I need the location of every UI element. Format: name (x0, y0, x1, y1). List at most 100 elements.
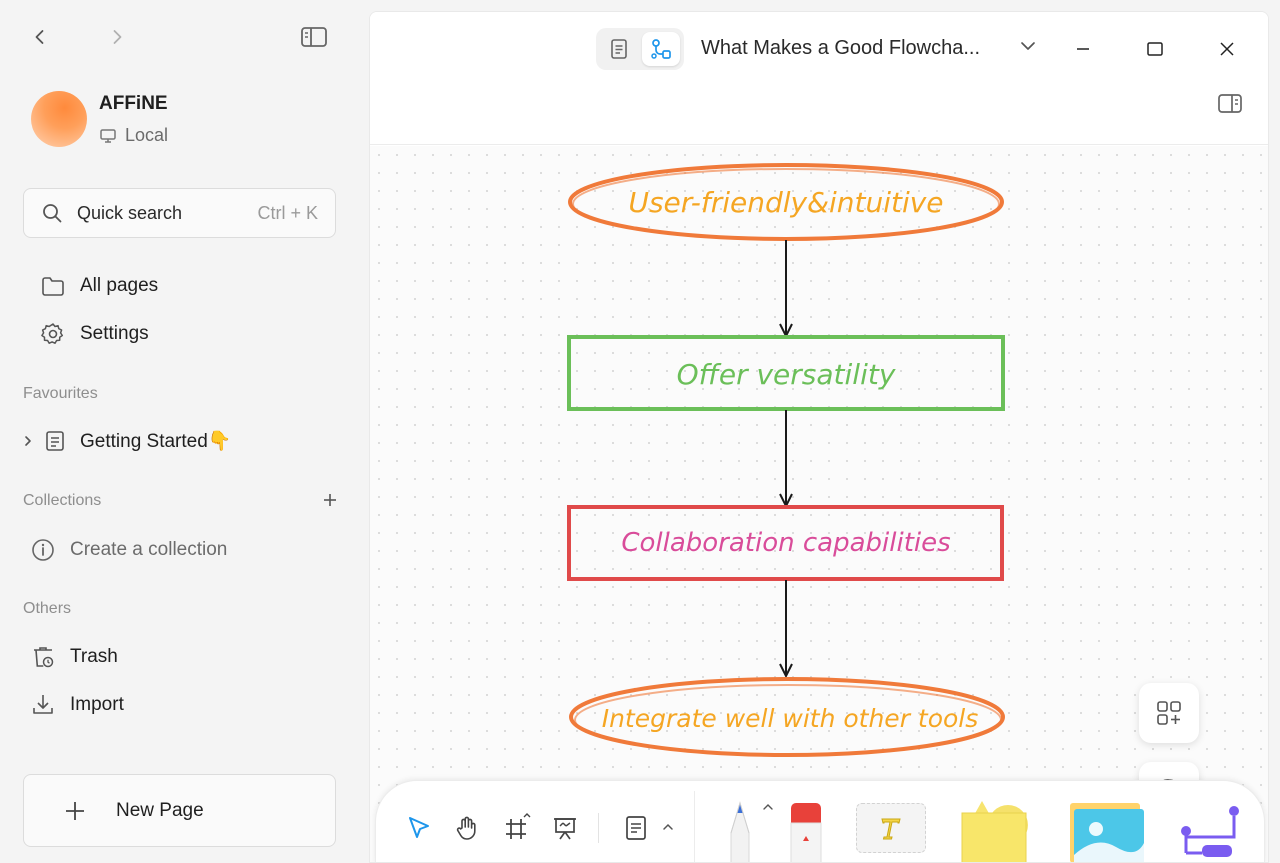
favourite-item-label: Getting Started👇 (80, 429, 231, 453)
chevron-left-icon (35, 30, 44, 44)
flow-node-integrate[interactable]: Integrate well with other tools (569, 677, 1005, 757)
hand-icon (456, 816, 476, 840)
shape-tool[interactable] (956, 795, 1036, 862)
back-button[interactable] (28, 25, 52, 49)
select-tool[interactable] (402, 811, 436, 845)
note-icon (626, 816, 646, 840)
others-title: Others (23, 600, 72, 617)
gear-icon (41, 323, 64, 344)
computer-icon (100, 128, 116, 143)
pen-tool[interactable] (722, 793, 758, 862)
close-icon (1220, 42, 1234, 56)
plus-icon (66, 801, 84, 820)
sidebar-toggle-button[interactable] (298, 23, 330, 51)
download-icon (33, 695, 53, 714)
nav-settings-label: Settings (80, 323, 149, 344)
workspace-avatar[interactable] (31, 91, 87, 147)
mode-switch (596, 28, 684, 70)
quick-search-label: Quick search (77, 202, 183, 223)
flow-node-label: Integrate well with other tools (602, 704, 979, 733)
search-icon (43, 204, 62, 223)
nav-import-label: Import (70, 694, 124, 715)
title-menu-button[interactable] (1018, 36, 1038, 61)
chevron-up-icon (763, 804, 773, 810)
info-icon (32, 539, 54, 561)
maximize-button[interactable] (1140, 34, 1170, 64)
presentation-tool[interactable] (548, 811, 582, 845)
presentation-icon (554, 818, 576, 840)
workspace-type: Local (99, 125, 168, 146)
nav-all-pages[interactable]: All pages (40, 274, 158, 298)
flow-connector[interactable] (779, 580, 793, 679)
forward-button[interactable] (105, 25, 129, 49)
eraser-icon (790, 803, 822, 862)
favourite-item-getting-started[interactable]: Getting Started👇 (22, 429, 231, 453)
edgeless-icon (651, 39, 671, 59)
flow-node-label: User-friendly&intuitive (628, 186, 943, 219)
maximize-icon (1147, 42, 1163, 56)
plus-icon (324, 494, 336, 506)
workspace-type-label: Local (125, 125, 169, 145)
minimize-button[interactable] (1068, 34, 1098, 64)
flow-node-versatility[interactable]: Offer versatility (567, 335, 1005, 411)
edgeless-canvas[interactable]: User-friendly&intuitive Offer versatilit… (370, 146, 1268, 862)
grid-add-icon (1157, 701, 1181, 725)
add-grid-button[interactable] (1139, 683, 1199, 743)
edgeless-toolbar (375, 780, 1265, 862)
edgeless-mode-button[interactable] (642, 32, 680, 66)
add-collection-button[interactable] (320, 490, 340, 512)
toolbar-divider (694, 791, 695, 862)
toolbar-divider (598, 813, 599, 843)
hand-tool[interactable] (450, 811, 484, 845)
nav-settings[interactable]: Settings (40, 321, 149, 347)
document-title[interactable]: What Makes a Good Flowcha... (701, 37, 980, 60)
right-sidebar-toggle-button[interactable] (1217, 92, 1243, 121)
flow-node-label: Collaboration capabilities (621, 528, 950, 558)
new-page-button[interactable]: New Page (23, 774, 336, 847)
frame-tool[interactable] (500, 809, 534, 845)
pen-icon (730, 801, 750, 862)
flow-node-user-friendly[interactable]: User-friendly&intuitive (568, 163, 1004, 241)
sidebar-toggle-icon (301, 27, 327, 47)
flow-connector[interactable] (779, 410, 793, 509)
trash-icon (34, 647, 54, 668)
shapes-icon (961, 801, 1028, 862)
connector-tool[interactable] (1176, 801, 1246, 862)
text-tool[interactable] (856, 803, 926, 853)
sidebar: AFFiNE Local Quick search Ctrl + K All p… (0, 0, 368, 863)
app-window: AFFiNE Local Quick search Ctrl + K All p… (0, 0, 1280, 863)
flow-node-collaboration[interactable]: Collaboration capabilities (567, 505, 1004, 581)
connector-icon (1181, 806, 1239, 857)
nav-trash[interactable]: Trash (30, 644, 118, 670)
pen-tool-menu[interactable] (760, 799, 776, 815)
page-mode-button[interactable] (600, 32, 638, 66)
flow-connector[interactable] (779, 240, 793, 339)
pointer-icon (409, 817, 429, 838)
text-icon (881, 818, 901, 840)
nav-trash-label: Trash (70, 646, 118, 667)
editor-header: What Makes a Good Flowcha... (370, 12, 1268, 145)
page-icon (611, 39, 627, 59)
workspace-name[interactable]: AFFiNE (99, 93, 168, 115)
image-icon (1070, 803, 1144, 862)
favourites-title: Favourites (23, 385, 98, 402)
create-collection[interactable]: Create a collection (30, 537, 227, 563)
chevron-down-icon (1021, 42, 1035, 50)
chevron-right-icon[interactable] (22, 434, 34, 448)
chevron-right-icon (113, 30, 122, 44)
close-button[interactable] (1212, 34, 1242, 64)
create-collection-label: Create a collection (70, 539, 228, 560)
flowchart: User-friendly&intuitive Offer versatilit… (567, 163, 1005, 757)
editor-main: What Makes a Good Flowcha... User-friend… (369, 11, 1269, 863)
page-icon (46, 431, 64, 451)
note-tool[interactable] (620, 811, 652, 845)
quick-search[interactable]: Quick search Ctrl + K (23, 188, 336, 238)
chevron-up-icon (663, 823, 673, 830)
quick-search-shortcut: Ctrl + K (257, 202, 318, 223)
note-tool-menu[interactable] (658, 817, 678, 837)
eraser-tool[interactable] (788, 799, 824, 862)
nav-import[interactable]: Import (30, 692, 124, 718)
flow-node-label: Offer versatility (677, 358, 896, 391)
image-tool[interactable] (1066, 799, 1146, 862)
new-page-label: New Page (116, 799, 204, 821)
